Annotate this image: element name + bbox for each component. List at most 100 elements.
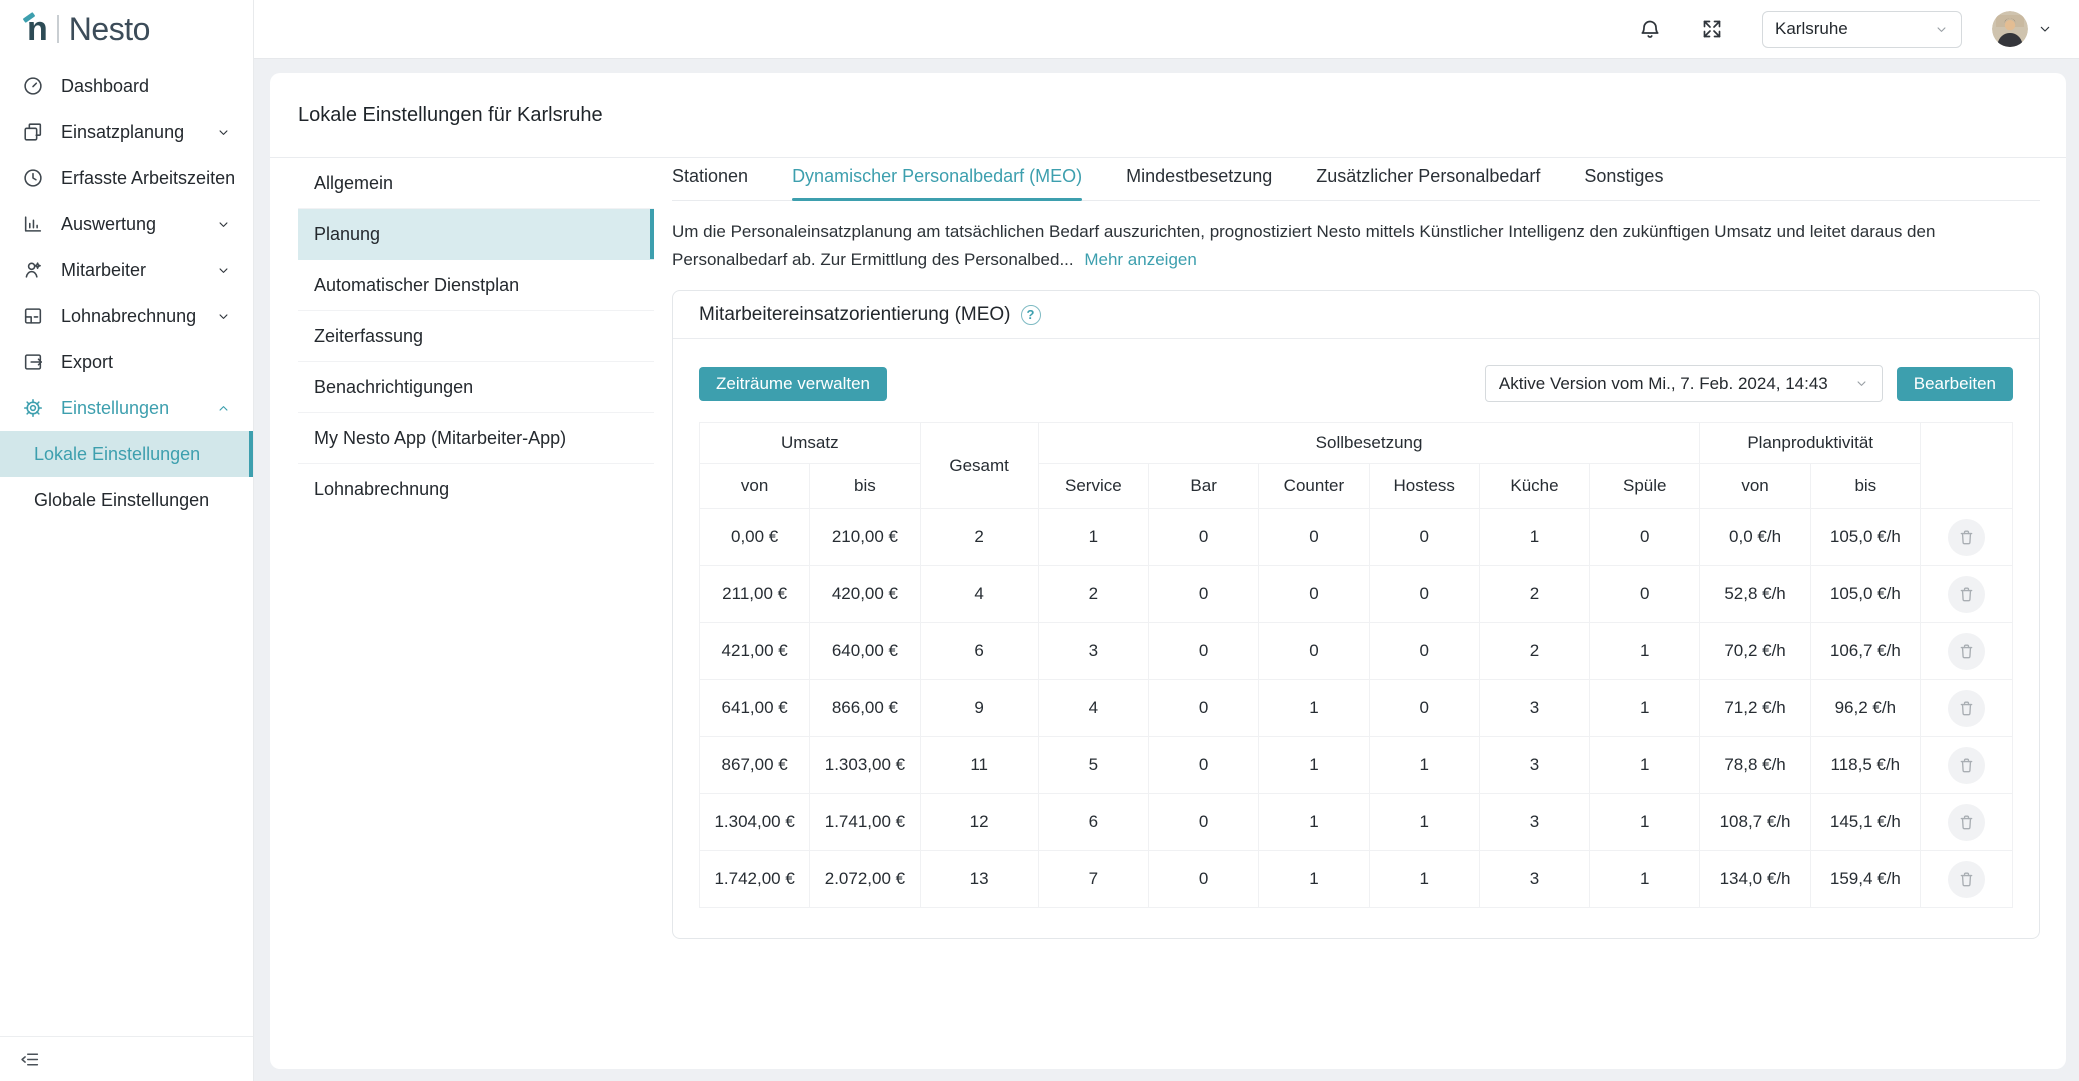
table-cell: 1 <box>1259 737 1369 794</box>
manage-periods-button[interactable]: Zeiträume verwalten <box>699 367 887 401</box>
table-cell: 1 <box>1590 737 1700 794</box>
table-cell: 420,00 € <box>810 566 920 623</box>
tab-dynamischer-personalbedarf-meo[interactable]: Dynamischer Personalbedarf (MEO) <box>792 166 1082 200</box>
table-cell: 210,00 € <box>810 509 920 566</box>
delete-row-button[interactable] <box>1948 576 1985 613</box>
sidebar: n Nesto DashboardEinsatzplanungErfasste … <box>0 0 254 1081</box>
table-cell: 70,2 €/h <box>1700 623 1810 680</box>
column-header-bis: bis <box>1810 464 1920 509</box>
table-cell: 867,00 € <box>700 737 810 794</box>
meo-panel-header: Mitarbeitereinsatzorientierung (MEO) ? <box>673 291 2039 339</box>
sidebar-item-lohnabrechnung[interactable]: Lohnabrechnung <box>0 293 253 339</box>
sidebar-item-label: Auswertung <box>61 214 156 235</box>
sidebar-item-label: Dashboard <box>61 76 149 97</box>
column-group-sollbesetzung: Sollbesetzung <box>1038 423 1700 464</box>
meo-panel: Mitarbeitereinsatzorientierung (MEO) ? Z… <box>672 290 2040 939</box>
column-header-spüle: Spüle <box>1590 464 1700 509</box>
sidebar-collapse-icon[interactable] <box>19 1049 40 1070</box>
table-row: 641,00 €866,00 €940103171,2 €/h96,2 €/h <box>700 680 2013 737</box>
column-header-von: von <box>1700 464 1810 509</box>
table-cell: 1 <box>1590 794 1700 851</box>
version-select[interactable]: Aktive Version vom Mi., 7. Feb. 2024, 14… <box>1485 365 1883 402</box>
table-cell: 106,7 €/h <box>1810 623 1920 680</box>
delete-row-button[interactable] <box>1948 690 1985 727</box>
delete-row-button[interactable] <box>1948 633 1985 670</box>
employees-icon <box>22 259 44 281</box>
sidebar-subitem-lokale-einstellungen[interactable]: Lokale Einstellungen <box>0 431 253 477</box>
bell-icon[interactable] <box>1638 17 1662 41</box>
tab-zusätzlicher-personalbedarf[interactable]: Zusätzlicher Personalbedarf <box>1316 166 1540 200</box>
sidebar-item-label: Erfasste Arbeitszeiten <box>61 168 235 189</box>
tab-bar: Stationen Dynamischer Personalbedarf (MEO… <box>672 158 2040 201</box>
sidebar-item-einstellungen[interactable]: Einstellungen <box>0 385 253 431</box>
chevron-down-icon <box>216 125 231 140</box>
settings-page: Lokale Einstellungen für Karlsruhe Allge… <box>270 73 2066 1069</box>
column-header-bis: bis <box>810 464 920 509</box>
settings-nav-item-automatischer-dienstplan[interactable]: Automatischer Dienstplan <box>298 260 654 311</box>
table-cell: 2 <box>1479 623 1589 680</box>
sidebar-item-auswertung[interactable]: Auswertung <box>0 201 253 247</box>
meo-table: UmsatzGesamtSollbesetzungPlanproduktivit… <box>699 422 2013 908</box>
delete-row-button[interactable] <box>1948 519 1985 556</box>
table-cell: 9 <box>920 680 1038 737</box>
location-select[interactable]: Karlsruhe <box>1762 11 1962 48</box>
table-cell: 118,5 €/h <box>1810 737 1920 794</box>
tab-sonstiges[interactable]: Sonstiges <box>1584 166 1663 200</box>
table-cell: 1 <box>1259 680 1369 737</box>
table-cell: 1 <box>1369 794 1479 851</box>
sidebar-item-mitarbeiter[interactable]: Mitarbeiter <box>0 247 253 293</box>
table-cell: 641,00 € <box>700 680 810 737</box>
description-text: Um die Personaleinsatzplanung am tatsäch… <box>672 222 1935 269</box>
settings-nav-item-lohnabrechnung[interactable]: Lohnabrechnung <box>298 464 654 515</box>
tab-mindestbesetzung[interactable]: Mindestbesetzung <box>1126 166 1272 200</box>
table-cell: 2 <box>1479 566 1589 623</box>
edit-button[interactable]: Bearbeiten <box>1897 367 2013 401</box>
table-cell: 421,00 € <box>700 623 810 680</box>
table-cell: 866,00 € <box>810 680 920 737</box>
sidebar-item-dashboard[interactable]: Dashboard <box>0 63 253 109</box>
row-actions-cell <box>1920 509 2012 566</box>
settings-nav-item-allgemein[interactable]: Allgemein <box>298 158 654 209</box>
table-cell: 134,0 €/h <box>1700 851 1810 908</box>
sidebar-item-export[interactable]: Export <box>0 339 253 385</box>
table-cell: 0 <box>1149 851 1259 908</box>
table-cell: 1 <box>1590 680 1700 737</box>
help-icon[interactable]: ? <box>1021 305 1041 325</box>
table-cell: 71,2 €/h <box>1700 680 1810 737</box>
delete-row-button[interactable] <box>1948 861 1985 898</box>
sidebar-item-erfasste-arbeitszeiten[interactable]: Erfasste Arbeitszeiten <box>0 155 253 201</box>
settings-nav-item-benachrichtigungen[interactable]: Benachrichtigungen <box>298 362 654 413</box>
brand-logo-mark: n <box>27 12 48 46</box>
tab-stationen[interactable]: Stationen <box>672 166 748 200</box>
settings-nav-item-my-nesto-app-mitarbeiter-app[interactable]: My Nesto App (Mitarbeiter-App) <box>298 413 654 464</box>
sidebar-subitem-globale-einstellungen[interactable]: Globale Einstellungen <box>0 477 253 523</box>
show-more-link[interactable]: Mehr anzeigen <box>1084 250 1196 269</box>
row-actions-cell <box>1920 623 2012 680</box>
settings-body: AllgemeinPlanungAutomatischer Dienstplan… <box>270 158 2066 939</box>
schedule-icon <box>22 121 44 143</box>
fullscreen-icon[interactable] <box>1700 17 1724 41</box>
table-cell: 211,00 € <box>700 566 810 623</box>
table-cell: 105,0 €/h <box>1810 566 1920 623</box>
table-row: 867,00 €1.303,00 €1150113178,8 €/h118,5 … <box>700 737 2013 794</box>
delete-row-button[interactable] <box>1948 804 1985 841</box>
table-cell: 0 <box>1149 623 1259 680</box>
table-cell: 6 <box>1038 794 1148 851</box>
table-cell: 3 <box>1038 623 1148 680</box>
sidebar-item-einsatzplanung[interactable]: Einsatzplanung <box>0 109 253 155</box>
table-cell: 11 <box>920 737 1038 794</box>
gear-icon <box>22 397 44 419</box>
table-cell: 1 <box>1590 851 1700 908</box>
user-menu[interactable] <box>1992 11 2053 47</box>
settings-nav-item-planung[interactable]: Planung <box>298 209 654 260</box>
table-cell: 78,8 €/h <box>1700 737 1810 794</box>
column-group-actions <box>1920 423 2012 509</box>
delete-row-button[interactable] <box>1948 747 1985 784</box>
table-cell: 13 <box>920 851 1038 908</box>
table-cell: 0 <box>1259 509 1369 566</box>
settings-nav-item-zeiterfassung[interactable]: Zeiterfassung <box>298 311 654 362</box>
chevron-down-icon <box>216 309 231 324</box>
table-cell: 0 <box>1149 737 1259 794</box>
location-select-value: Karlsruhe <box>1775 19 1848 39</box>
payroll-icon <box>22 305 44 327</box>
